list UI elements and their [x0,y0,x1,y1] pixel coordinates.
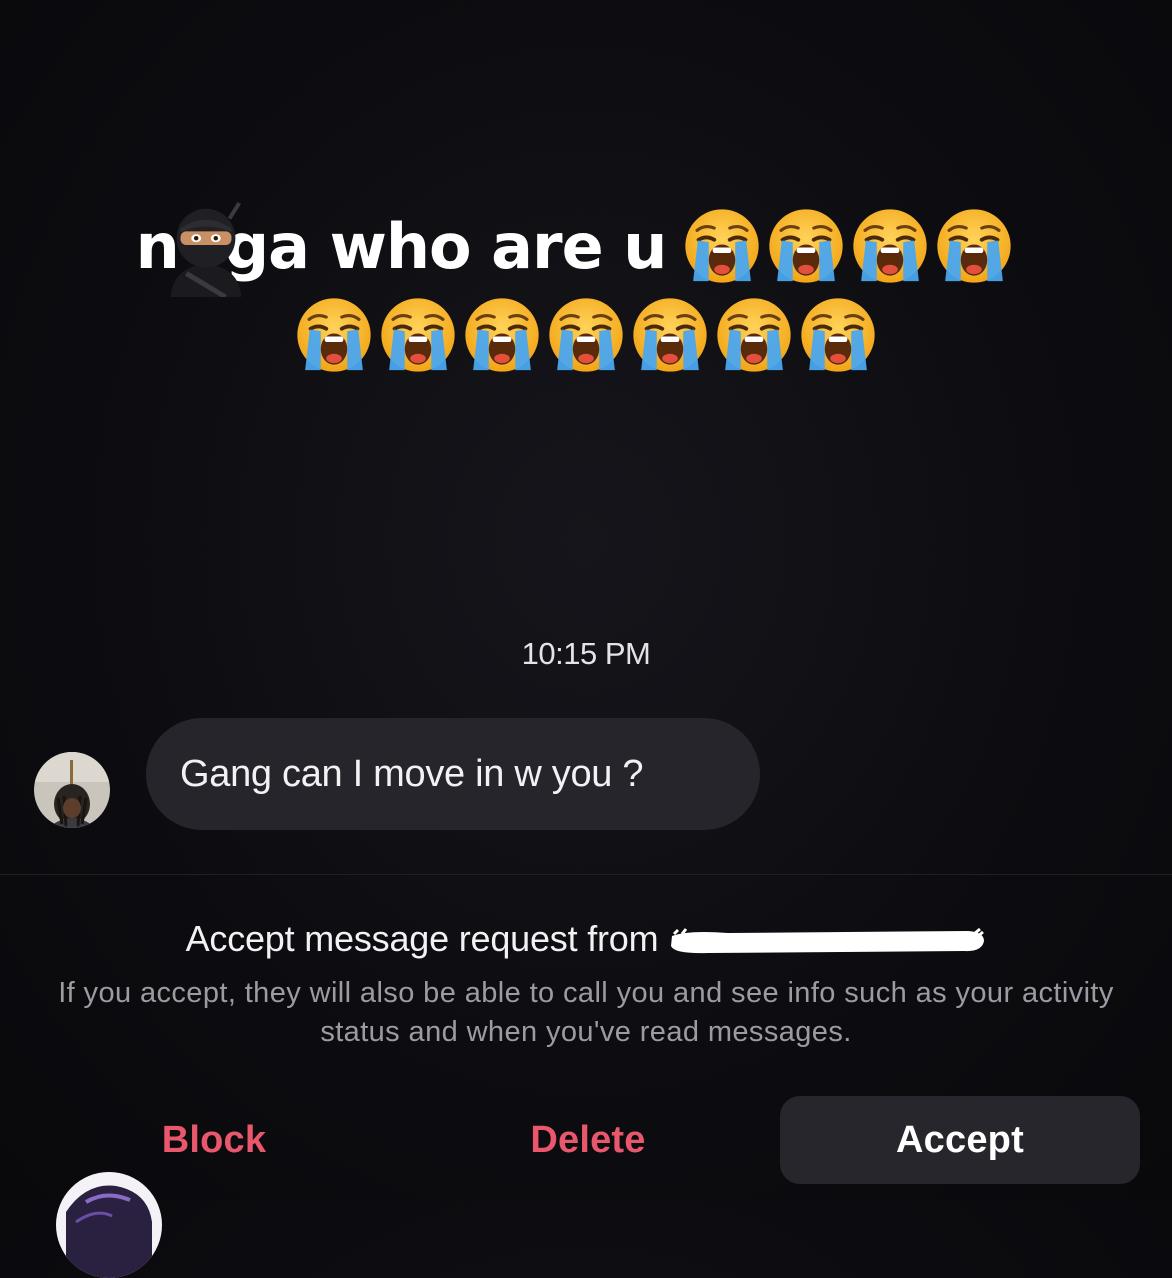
caption-suffix: ga who are u [224,209,668,283]
block-button[interactable]: Block [114,1096,314,1184]
ninja-icon [157,199,255,300]
loudly-crying-face-icon [379,296,457,374]
loudly-crying-face-icon [463,296,541,374]
message-bubble[interactable]: Gang can I move in w you ? [146,718,760,830]
accept-button[interactable]: Accept [780,1096,1140,1184]
story-caption: n ga who are u [0,196,1172,374]
caption-line-1: n ga who are u [0,196,1172,300]
loudly-crying-face-icon [547,296,625,374]
loudly-crying-face-icon [799,296,877,374]
section-divider [0,874,1172,875]
delete-button[interactable]: Delete [488,1096,688,1184]
message-timestamp: 10:15 PM [521,636,651,671]
loudly-crying-face-icon [683,207,761,285]
crying-emoji-row-2 [0,296,1172,374]
loudly-crying-face-icon [767,207,845,285]
message-text: Gang can I move in w you ? [180,752,644,795]
crying-emoji-row-1 [680,207,1016,285]
request-title: Accept message request from [185,918,659,959]
loudly-crying-face-icon [935,207,1013,285]
loudly-crying-face-icon [851,207,929,285]
request-title-row: Accept message request from [0,918,1172,960]
profile-avatar[interactable] [56,1172,162,1278]
request-info-text: If you accept, they will also be able to… [58,977,1114,1048]
sender-avatar[interactable] [34,752,110,828]
loudly-crying-face-icon [715,296,793,374]
loudly-crying-face-icon [631,296,709,374]
username-redaction [668,926,986,956]
loudly-crying-face-icon [295,296,373,374]
